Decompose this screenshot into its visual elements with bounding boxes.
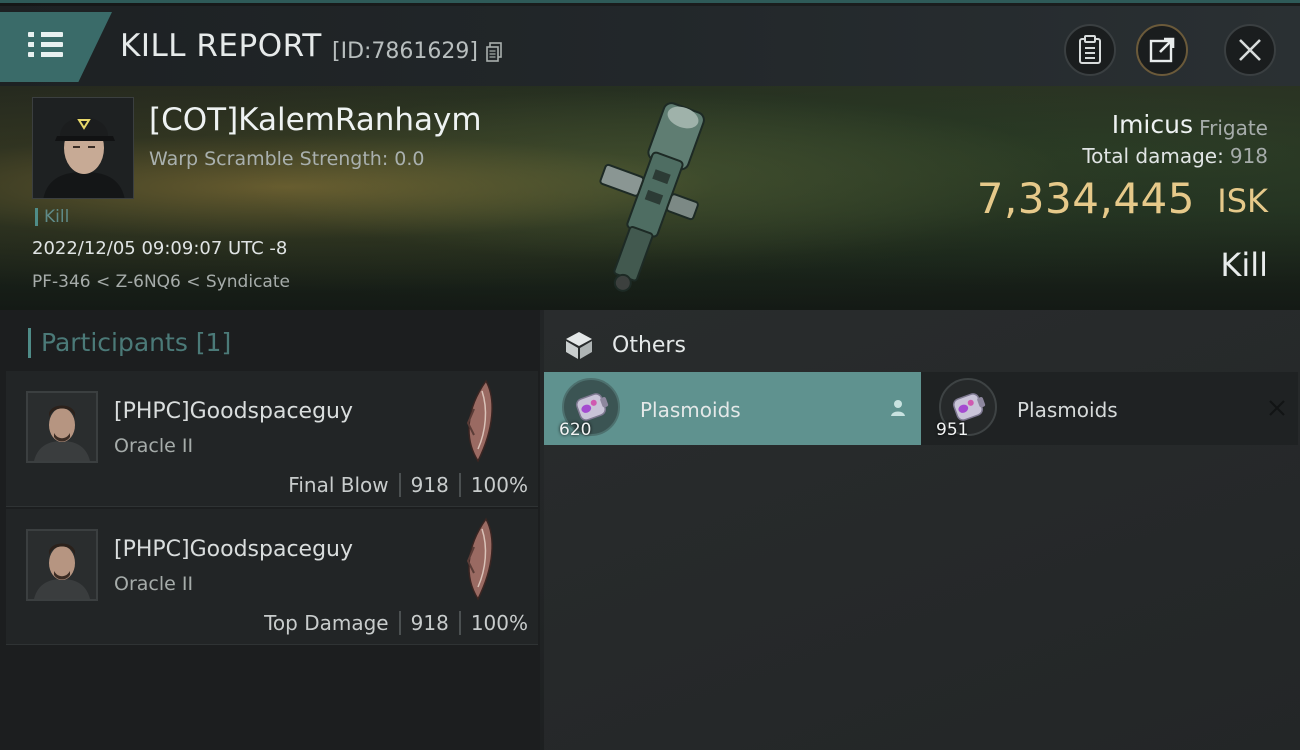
participant-avatar[interactable] [26,391,98,463]
victim-ship-name[interactable]: Imicus [1112,110,1193,139]
share-button[interactable] [1136,24,1188,76]
kill-report-window: KILL REPORT [ID:7861629] [COT]KalemRanha… [0,0,1300,750]
copy-icon[interactable] [485,42,503,62]
participant-ship: Oracle II [114,573,194,595]
participant-name[interactable]: [PHPC]Goodspaceguy [114,399,353,424]
person-icon[interactable] [889,399,907,417]
participant-row[interactable]: [PHPC]Goodspaceguy Oracle II Final Blow … [6,371,538,507]
participant-ship-image[interactable] [456,517,498,601]
header-bar: KILL REPORT [ID:7861629] [0,6,1300,86]
participant-row[interactable]: [PHPC]Goodspaceguy Oracle II Top Damage … [6,509,538,645]
item-name: Plasmoids [1017,398,1118,422]
total-damage-value: 918 [1229,144,1268,168]
close-button[interactable] [1224,24,1276,76]
divider [458,611,461,635]
victim-ship-image [599,102,705,292]
kill-type-label: Kill [1220,246,1268,284]
clipboard-icon [1079,35,1101,64]
total-damage-label: Total damage: [1082,144,1224,168]
kill-datetime: 2022/12/05 09:09:07 UTC -8 [32,238,288,259]
participant-role: Top Damage [264,611,389,635]
victim-avatar-image [33,98,133,198]
destroyed-x-icon [1269,400,1285,416]
menu-button[interactable] [0,12,112,82]
victim-ship-class: Frigate [1199,116,1268,140]
participant-damage: 918 [410,473,449,497]
participant-stats: Final Blow 918 100% [288,473,528,497]
clipboard-button[interactable] [1064,24,1116,76]
participant-ship: Oracle II [114,435,194,457]
others-label: Others [612,332,686,358]
item-quantity: 951 [936,420,969,440]
divider [398,611,401,635]
page-title: KILL REPORT [120,28,322,64]
isk-unit: ISK [1217,182,1268,220]
participants-header[interactable]: Participants [1] [28,328,231,358]
others-panel: Others 620 Plasmoids 951 Plasmoids [544,310,1300,750]
victim-name[interactable]: [COT]KalemRanhaym [149,102,482,138]
close-icon [1239,39,1261,61]
participant-role: Final Blow [288,473,389,497]
item-name: Plasmoids [640,398,741,422]
participant-name[interactable]: [PHPC]Goodspaceguy [114,537,353,562]
participant-stats: Top Damage 918 100% [264,611,528,635]
participant-percent: 100% [470,611,528,635]
victim-portrait[interactable] [32,97,134,199]
share-icon [1149,37,1175,63]
victim-banner: [COT]KalemRanhaym Warp Scramble Strength… [0,86,1300,310]
participant-avatar[interactable] [26,529,98,601]
dropped-item[interactable]: 951 Plasmoids [921,372,1298,445]
item-quantity: 620 [559,420,592,440]
report-id: [ID:7861629] [332,39,478,64]
others-header: Others [564,330,686,360]
participant-avatar-image [28,531,96,599]
participant-percent: 100% [470,473,528,497]
participant-avatar-image [28,393,96,461]
divider [458,473,461,497]
participants-panel: Participants [1] [PHPC]Goodspaceguy Orac… [0,310,540,750]
dropped-item[interactable]: 620 Plasmoids [544,372,921,445]
cargo-box-icon [566,332,592,359]
divider [398,473,401,497]
kill-location: PF-346 < Z-6NQ6 < Syndicate [32,272,290,292]
total-damage: Total damage: 918 [1082,144,1268,168]
isk-value: 7,334,445 [976,174,1195,223]
participant-ship-image[interactable] [456,379,498,463]
warp-scramble-strength: Warp Scramble Strength: 0.0 [149,148,425,170]
kill-tag: Kill [35,208,69,226]
participant-damage: 918 [410,611,449,635]
